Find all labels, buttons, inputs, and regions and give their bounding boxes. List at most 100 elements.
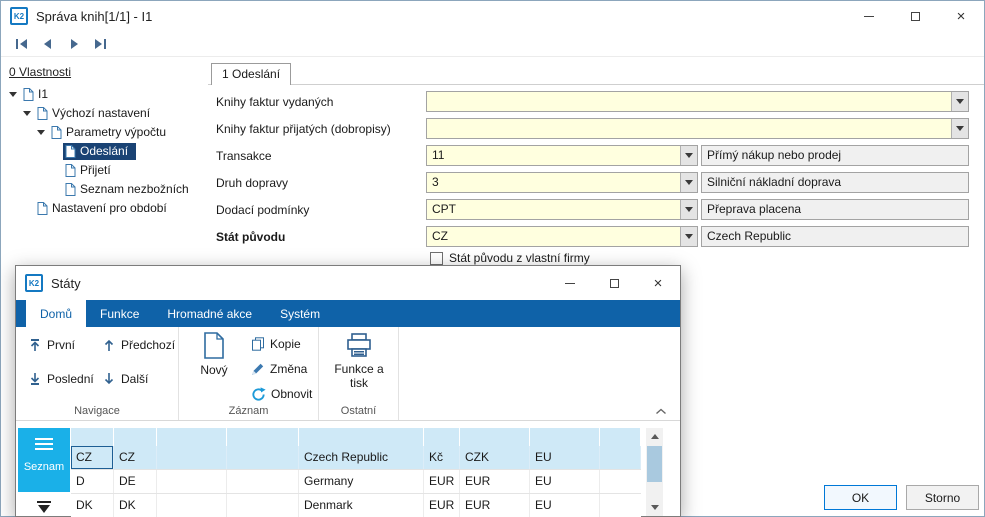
ok-button[interactable]: OK xyxy=(824,485,897,510)
grid-cell[interactable] xyxy=(600,446,641,469)
grid-header-cell[interactable] xyxy=(424,428,460,446)
dropdown-button[interactable] xyxy=(680,173,697,192)
storno-button[interactable]: Storno xyxy=(906,485,979,510)
copy-button[interactable]: Kopie xyxy=(247,332,305,356)
grid-header-cell[interactable] xyxy=(71,428,114,446)
maximize-button[interactable] xyxy=(892,1,938,31)
settings-tree: I1 Výchozí nastavení Parametry výpočtu O… xyxy=(1,85,208,218)
quick-filter-button[interactable] xyxy=(18,501,70,514)
dropdown-button[interactable] xyxy=(680,227,697,246)
knihy-faktur-prijatych-combo[interactable] xyxy=(426,118,969,139)
grid-cell[interactable] xyxy=(600,494,641,517)
grid-header-cell[interactable] xyxy=(227,428,299,446)
grid-header-cell[interactable] xyxy=(157,428,227,446)
grid-header-cell[interactable] xyxy=(530,428,600,446)
funkce-a-tisk-button[interactable]: Funkce a tisk xyxy=(326,332,392,402)
dropdown-button[interactable] xyxy=(680,200,697,219)
grid-cell[interactable]: Germany xyxy=(299,470,424,493)
grid-cell[interactable] xyxy=(227,470,299,493)
staty-window-controls: × xyxy=(548,266,680,300)
collapse-ribbon-button[interactable] xyxy=(654,407,668,415)
previous-record-button[interactable] xyxy=(39,37,57,51)
grid-cell[interactable]: CZK xyxy=(460,446,530,469)
grid-header-cell[interactable] xyxy=(600,428,641,446)
grid-cell[interactable]: Kč xyxy=(424,446,460,469)
tree-item-seznam-nezboznich[interactable]: Seznam nezbožních xyxy=(1,180,208,199)
grid-cell[interactable] xyxy=(157,494,227,517)
button-label: Obnovit xyxy=(271,387,313,401)
grid-cell[interactable]: EUR xyxy=(460,494,530,517)
first-button[interactable]: První xyxy=(24,333,79,357)
scroll-up-button[interactable] xyxy=(646,428,663,445)
last-button[interactable]: Poslední xyxy=(24,367,98,391)
grid-cell[interactable]: EU xyxy=(530,446,600,469)
previous-button[interactable]: Předchozí xyxy=(98,333,179,357)
grid-cell[interactable] xyxy=(600,470,641,493)
transakce-combo[interactable]: 11 xyxy=(426,145,698,166)
dropdown-button[interactable] xyxy=(951,119,968,138)
last-record-button[interactable] xyxy=(91,37,109,51)
stat-puvodu-checkbox[interactable] xyxy=(430,251,443,265)
knihy-faktur-vydanych-combo[interactable] xyxy=(426,91,969,112)
collapse-icon[interactable] xyxy=(23,111,31,116)
grid-cell[interactable]: CZ xyxy=(71,446,114,469)
grid-row-denmark[interactable]: DK DK Denmark EUR EUR EU xyxy=(71,494,641,517)
grid-cell[interactable]: EU xyxy=(530,494,600,517)
collapse-icon[interactable] xyxy=(9,92,17,97)
tab-odeslani[interactable]: 1 Odeslání xyxy=(211,63,292,85)
grid-row-czech-republic[interactable]: CZ CZ Czech Republic Kč CZK EU xyxy=(71,446,641,470)
ribbon-tab-domu[interactable]: Domů xyxy=(26,300,87,327)
grid-header-cell[interactable] xyxy=(114,428,157,446)
grid-cell[interactable] xyxy=(157,446,227,469)
stat-puvodu-combo[interactable]: CZ xyxy=(426,226,698,247)
ribbon-tab-hromadne-akce[interactable]: Hromadné akce xyxy=(153,300,266,327)
dropdown-button[interactable] xyxy=(951,92,968,111)
grid-row-germany[interactable]: D DE Germany EUR EUR EU xyxy=(71,470,641,494)
grid-cell[interactable]: EUR xyxy=(460,470,530,493)
collapse-icon[interactable] xyxy=(37,130,45,135)
stat-puvodu-description: Czech Republic xyxy=(701,226,969,247)
properties-link[interactable]: 0 Vlastnosti xyxy=(9,65,71,79)
grid-cell[interactable] xyxy=(157,470,227,493)
tree-item-prijeti[interactable]: Přijetí xyxy=(1,161,208,180)
ribbon-tab-system[interactable]: Systém xyxy=(266,300,334,327)
tree-item-nastaveni-pro-obdobi[interactable]: Nastavení pro období xyxy=(1,199,208,218)
tree-item-vychozi-nastaveni[interactable]: Výchozí nastavení xyxy=(1,104,208,123)
minimize-button[interactable] xyxy=(548,266,592,300)
grid-cell[interactable]: Denmark xyxy=(299,494,424,517)
new-button[interactable]: Nový xyxy=(191,332,237,398)
refresh-button[interactable]: Obnovit xyxy=(247,382,316,406)
druh-dopravy-combo[interactable]: 3 xyxy=(426,172,698,193)
first-record-button[interactable] xyxy=(13,37,31,51)
grid-cell[interactable] xyxy=(227,446,299,469)
next-button[interactable]: Další xyxy=(98,367,152,391)
grid-cell[interactable]: Czech Republic xyxy=(299,446,424,469)
grid-cell[interactable]: DE xyxy=(114,470,157,493)
ribbon-tab-funkce[interactable]: Funkce xyxy=(86,300,153,327)
scroll-down-button[interactable] xyxy=(646,499,663,516)
edit-button[interactable]: Změna xyxy=(247,357,311,381)
close-button[interactable]: × xyxy=(938,1,984,31)
grid-header-cell[interactable] xyxy=(299,428,424,446)
tree-item-parametry-vypoctu[interactable]: Parametry výpočtu xyxy=(1,123,208,142)
grid-cell[interactable]: DK xyxy=(71,494,114,517)
next-record-button[interactable] xyxy=(65,37,83,51)
grid-vertical-scrollbar[interactable] xyxy=(646,428,663,516)
grid-cell[interactable]: CZ xyxy=(114,446,157,469)
tree-item-odeslani[interactable]: Odeslání xyxy=(1,142,208,161)
seznam-view-button[interactable]: Seznam xyxy=(18,428,70,492)
dropdown-button[interactable] xyxy=(680,146,697,165)
grid-cell[interactable]: EU xyxy=(530,470,600,493)
grid-cell[interactable]: DK xyxy=(114,494,157,517)
grid-cell[interactable] xyxy=(227,494,299,517)
close-button[interactable]: × xyxy=(636,266,680,300)
minimize-button[interactable] xyxy=(846,1,892,31)
scrollbar-thumb[interactable] xyxy=(647,446,662,482)
grid-cell[interactable]: EUR xyxy=(424,470,460,493)
tree-item-i1[interactable]: I1 xyxy=(1,85,208,104)
dodaci-podminky-combo[interactable]: CPT xyxy=(426,199,698,220)
grid-cell[interactable]: EUR xyxy=(424,494,460,517)
grid-cell[interactable]: D xyxy=(71,470,114,493)
grid-header-cell[interactable] xyxy=(460,428,530,446)
maximize-button[interactable] xyxy=(592,266,636,300)
